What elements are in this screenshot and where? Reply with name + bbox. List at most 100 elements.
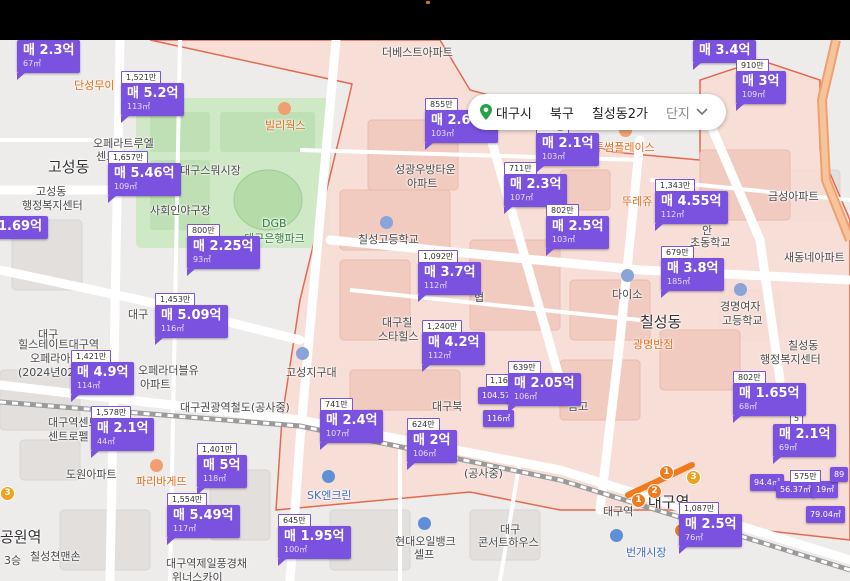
sale-price: 1.69억 [0,219,43,234]
price-box[interactable]: 매 5.46억 109㎡ [108,163,181,203]
bakery-icon[interactable] [150,459,163,472]
area-size: 112㎡ [661,210,685,219]
school-icon[interactable] [380,216,393,229]
location-selector[interactable]: 대구시 북구 칠성동2가 단지 [468,94,726,130]
map-label: 아파트 [407,177,438,190]
sale-price: 매 5.49억 [173,508,234,523]
map-label: 대구권광역철도(공사중) [180,401,290,414]
mini-price-marker[interactable]: 89 [830,467,849,482]
map-label: 대구스뭐시장 [180,164,241,177]
police-icon[interactable] [296,347,309,360]
map-label: 3승 [4,554,22,567]
mini-price-marker[interactable]: 79.04㎡ [806,506,845,523]
price-box[interactable]: 매 4.9억 114㎡ [71,362,135,402]
price-box[interactable]: 매 2.3억 107㎡ [504,174,568,214]
chevron-down-icon[interactable] [696,108,708,116]
sale-price: 매 3억 [742,74,780,89]
sale-price: 매 2.1억 [779,427,831,442]
school-icon-2[interactable] [734,283,747,296]
mini-price-marker[interactable]: 19㎡ [812,481,839,498]
map-label: 사회인야구장 [150,204,211,217]
sale-price: 매 5억 [203,458,241,473]
area-size: 114㎡ [77,381,101,390]
map-label: 행정복지센터 [22,199,83,212]
mini-price-tag: 575만 [790,470,821,483]
price-box[interactable]: 매 2.3억 67㎡ [17,40,81,80]
area-size: 76㎡ [685,533,704,542]
area-size: 107㎡ [326,429,350,438]
price-box[interactable]: 매 3억 109㎡ [736,71,786,111]
price-box[interactable]: 매 5.2억 113㎡ [121,83,185,123]
sale-price: 매 2.3억 [23,43,75,58]
dong-selector[interactable]: 칠성동2가 [592,103,648,122]
price-box[interactable]: 매 5.49억 117㎡ [167,505,240,545]
area-size: 109㎡ [114,182,138,191]
map-label: 파리바게뜨 [136,475,187,488]
map-label: 단성무이 [74,79,115,92]
sale-price: 매 2억 [413,433,451,448]
price-box[interactable]: 매 3.7억 112㎡ [418,262,482,302]
subway-line-badge[interactable]: 3 [0,486,15,501]
price-box[interactable]: 매 2.1억 44㎡ [91,418,155,458]
price-box[interactable]: 매 4.2억 112㎡ [422,332,486,372]
map-canvas[interactable]: 더베스트아파트단성무이빌리웍스오페라트루엘센트럴고성동대구스뭐시장성광우방타운아… [0,40,850,581]
price-box[interactable]: 매 5억 118㎡ [197,455,247,495]
status-dot [426,1,430,4]
complex-selector[interactable]: 단지 [666,103,690,122]
gym-icon[interactable] [278,102,291,115]
map-label: 다이소 [612,288,643,301]
price-box[interactable]: 매 4.55억 112㎡ [655,191,728,231]
price-box[interactable]: 매 3.8억 185㎡ [661,258,725,298]
city-selector[interactable]: 대구시 [496,103,532,122]
sale-price: 매 1.95억 [284,529,345,544]
sale-price: 매 5.46억 [114,166,175,181]
area-size: 112㎡ [424,281,448,290]
sale-price: 매 2.1억 [97,421,149,436]
map-label: 빌리웍스 [265,119,306,132]
subway-line-badge[interactable]: 2 [647,484,662,499]
area-size: 69㎡ [779,443,798,452]
gas-station-icon-2[interactable] [322,470,335,483]
area-size: 68㎡ [739,402,758,411]
price-box[interactable]: 매 1.95억 100㎡ [278,526,351,566]
area-size: 67㎡ [23,59,42,68]
area-size: 103㎡ [542,152,566,161]
price-box[interactable]: 매 2.5억 76㎡ [679,514,743,554]
subway-line-badge[interactable]: 1 [631,493,646,508]
gas-station-icon[interactable] [418,517,431,530]
price-box[interactable]: 매 1.65억 68㎡ [733,383,806,423]
sale-price: 매 5.09억 [161,308,222,323]
price-box[interactable]: 매 2.1억 103㎡ [536,133,600,173]
market-icon[interactable] [610,529,623,542]
price-box[interactable]: 매 2억 106㎡ [407,430,457,470]
price-box[interactable]: 매 2.25억 93㎡ [187,236,260,276]
shop-icon[interactable] [621,269,634,282]
map-label: 칠성고등학교 [358,233,419,246]
area-size: 112㎡ [428,351,452,360]
map-label: 대구북 [432,400,463,413]
price-box[interactable]: 1.69억 [0,216,49,246]
mini-price-marker[interactable]: 56.37㎡ [776,481,815,498]
sale-price: 매 2.25억 [193,239,254,254]
price-box[interactable]: 매 5.09억 116㎡ [155,305,228,345]
price-box[interactable]: 매 2.4억 107㎡ [320,410,384,450]
map-label: 행정복지센터 [760,353,821,366]
price-box[interactable]: 매 2.1억 69㎡ [773,424,837,464]
map-label: 뚜레쥬 [622,195,653,208]
map-label: 금성아파트 [768,190,819,203]
map-label: 칠성동 [640,313,682,331]
sale-price: 매 4.2억 [428,335,480,350]
map-label: (2024년02 [18,366,75,379]
map-label: 고등학교 [722,314,763,327]
area-size: 103㎡ [552,235,576,244]
price-box[interactable]: 매 2.5억 103㎡ [546,216,610,256]
map-label: 스타힐스 [378,330,419,343]
map-label: 대구 [128,308,149,321]
area-size: 118㎡ [203,474,227,483]
subway-line-badge[interactable]: 3 [686,470,701,485]
subway-line-badge[interactable]: 1 [659,465,674,480]
district-selector[interactable]: 북구 [550,103,574,122]
price-box[interactable]: 매 2.05억 106㎡ [508,373,581,413]
area-size: 93㎡ [193,255,212,264]
sale-price: 매 4.55억 [661,194,722,209]
